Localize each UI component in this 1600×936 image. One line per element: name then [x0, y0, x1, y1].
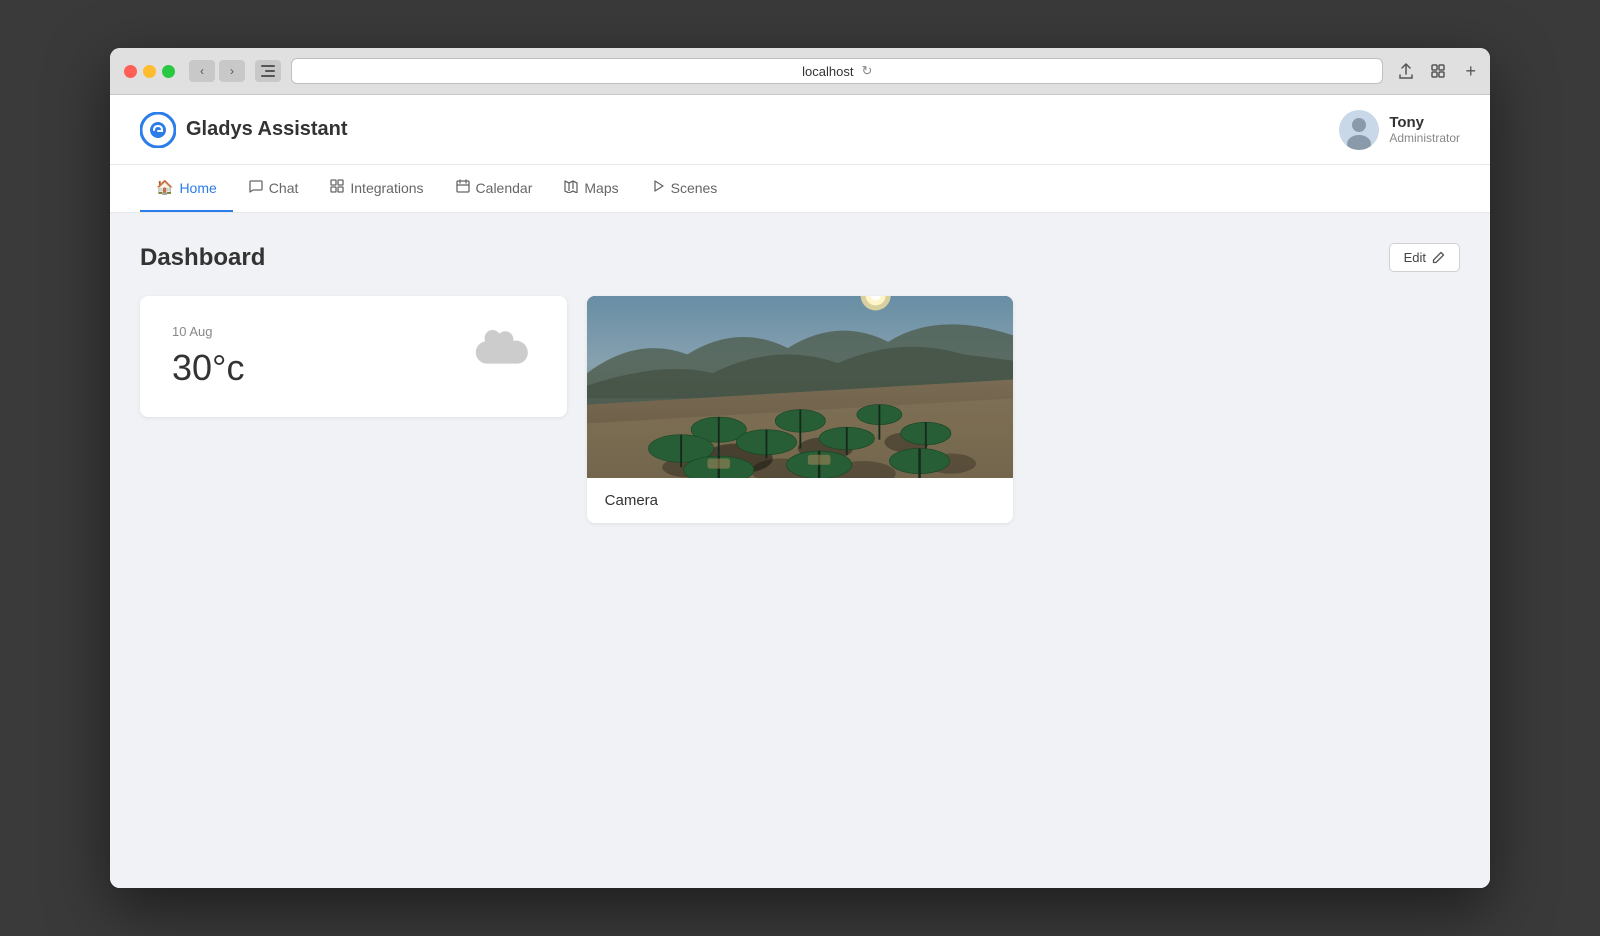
dashboard-title: Dashboard: [140, 244, 265, 272]
address-bar[interactable]: localhost ↻: [291, 58, 1383, 84]
logo-icon: [140, 112, 176, 148]
nav-item-scenes[interactable]: Scenes: [635, 165, 734, 212]
camera-card: Camera: [587, 296, 1014, 523]
weather-temp: 30°c: [172, 347, 244, 389]
weather-date: 10 Aug: [172, 324, 244, 339]
dashboard-header: Dashboard Edit: [140, 243, 1460, 272]
main-content: Dashboard Edit 10 Aug 30°c: [110, 213, 1490, 888]
nav-item-maps[interactable]: Maps: [548, 165, 634, 212]
edit-label: Edit: [1404, 250, 1426, 265]
nav-maps-label: Maps: [584, 180, 618, 196]
fullscreen-button[interactable]: [1425, 60, 1451, 82]
nav-item-chat[interactable]: Chat: [233, 165, 315, 212]
url-text: localhost: [802, 64, 853, 79]
integrations-icon: [330, 179, 344, 196]
nav-item-calendar[interactable]: Calendar: [440, 165, 549, 212]
traffic-lights: [124, 65, 175, 78]
cloud-icon: [471, 328, 535, 376]
camera-scene-svg: [587, 296, 1014, 478]
nav-scenes-label: Scenes: [671, 180, 718, 196]
camera-image: [587, 296, 1014, 478]
app-nav: 🏠 Home Chat: [110, 165, 1490, 213]
dashboard-grid: 10 Aug 30°c: [140, 296, 1460, 523]
nav-item-home[interactable]: 🏠 Home: [140, 165, 233, 212]
maps-icon: [564, 179, 578, 196]
app-content: Gladys Assistant Tony Administrator: [110, 95, 1490, 888]
browser-actions: [1393, 60, 1451, 82]
edit-button[interactable]: Edit: [1389, 243, 1460, 272]
edit-icon: [1432, 251, 1445, 264]
traffic-light-green[interactable]: [162, 65, 175, 78]
user-name: Tony: [1389, 114, 1460, 131]
traffic-light-yellow[interactable]: [143, 65, 156, 78]
app-header: Gladys Assistant Tony Administrator: [110, 95, 1490, 165]
nav-chat-label: Chat: [269, 180, 299, 196]
user-info: Tony Administrator: [1339, 110, 1460, 150]
new-tab-button[interactable]: +: [1465, 61, 1476, 82]
back-button[interactable]: ‹: [189, 60, 215, 82]
user-details: Tony Administrator: [1389, 114, 1460, 145]
camera-label: Camera: [587, 478, 1014, 523]
user-avatar: [1339, 110, 1379, 150]
share-button[interactable]: [1393, 60, 1419, 82]
sidebar-toggle-button[interactable]: [255, 60, 281, 82]
nav-item-integrations[interactable]: Integrations: [314, 165, 439, 212]
nav-integrations-label: Integrations: [350, 180, 423, 196]
weather-card: 10 Aug 30°c: [140, 296, 567, 417]
scenes-icon: [651, 179, 665, 196]
nav-calendar-label: Calendar: [476, 180, 533, 196]
app-name-text: Gladys Assistant: [186, 118, 348, 141]
browser-nav: ‹ ›: [189, 60, 245, 82]
reload-icon[interactable]: ↻: [861, 63, 872, 79]
app-logo: Gladys Assistant: [140, 112, 348, 148]
forward-button[interactable]: ›: [219, 60, 245, 82]
traffic-light-red[interactable]: [124, 65, 137, 78]
weather-info: 10 Aug 30°c: [172, 324, 244, 389]
nav-home-label: Home: [179, 180, 216, 196]
browser-window: ‹ › localhost ↻: [110, 48, 1490, 888]
home-icon: 🏠: [156, 179, 173, 196]
browser-chrome: ‹ › localhost ↻: [110, 48, 1490, 95]
user-role: Administrator: [1389, 131, 1460, 145]
weather-icon-wrap: [471, 328, 535, 385]
calendar-icon: [456, 179, 470, 196]
chat-icon: [249, 179, 263, 196]
